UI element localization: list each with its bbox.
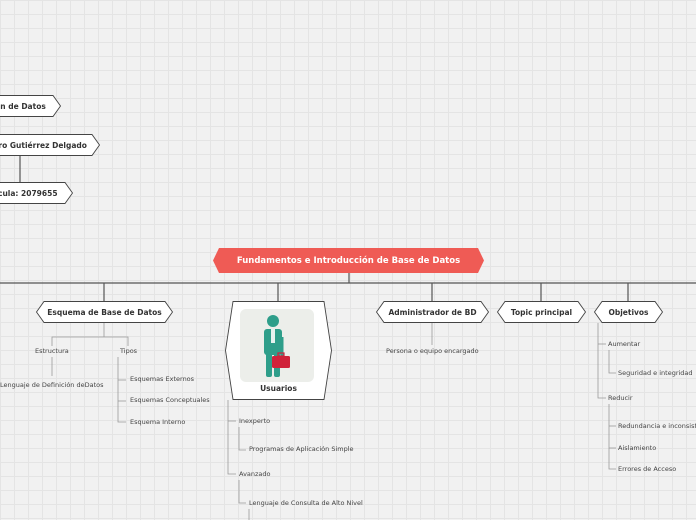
- topic-admin[interactable]: Administrador de BD: [375, 301, 490, 323]
- objetivos-redundancia[interactable]: Redundancia e inconsistencia: [618, 422, 696, 430]
- esquema-tipos[interactable]: Tipos: [120, 347, 137, 355]
- person-with-briefcase-icon: [264, 315, 290, 377]
- central-topic-label: Fundamentos e Introducción de Base de Da…: [236, 255, 461, 266]
- objetivos-aumentar[interactable]: Aumentar: [608, 340, 640, 348]
- topic-usuarios[interactable]: Usuarios: [225, 301, 332, 400]
- info-node-author[interactable]: dro Gutiérrez Delgado: [0, 134, 101, 156]
- topic-principal-label: Topic principal: [510, 307, 573, 317]
- usuarios-image: [240, 309, 314, 382]
- usuarios-programas[interactable]: Programas de Aplicación Simple: [249, 445, 354, 453]
- topic-objetivos[interactable]: Objetivos: [593, 301, 664, 323]
- central-topic[interactable]: Fundamentos e Introducción de Base de Da…: [213, 248, 484, 273]
- objetivos-reducir[interactable]: Reducir: [608, 394, 633, 402]
- topic-usuarios-label: Usuarios: [260, 384, 297, 393]
- info-node-title[interactable]: ón de Datos: [0, 95, 62, 117]
- topic-admin-label: Administrador de BD: [388, 307, 477, 317]
- topic-esquema-label: Esquema de Base de Datos: [47, 307, 162, 317]
- esquema-externos[interactable]: Esquemas Externos: [130, 375, 194, 383]
- esquema-lenguaje[interactable]: Lenguaje de Definición deDatos: [0, 381, 104, 389]
- objetivos-errores[interactable]: Errores de Acceso: [618, 465, 676, 473]
- info-node-author-label: dro Gutiérrez Delgado: [0, 140, 87, 150]
- topic-principal[interactable]: Topic principal: [496, 301, 587, 323]
- usuarios-lenguaje[interactable]: Lenguaje de Consulta de Alto Nivel: [249, 499, 363, 507]
- objetivos-aislamiento[interactable]: Aislamiento: [618, 444, 656, 452]
- admin-persona[interactable]: Persona o equipo encargado: [386, 347, 479, 355]
- esquema-conceptuales[interactable]: Esquemas Conceptuales: [130, 396, 210, 404]
- info-node-matricula-label: ícula: 2079655: [0, 188, 58, 198]
- objetivos-seguridad[interactable]: Seguridad e integridad: [618, 369, 693, 377]
- usuarios-avanzado[interactable]: Avanzado: [239, 470, 271, 478]
- esquema-estructura[interactable]: Estructura: [35, 347, 69, 355]
- info-node-title-label: ón de Datos: [0, 101, 46, 111]
- topic-esquema[interactable]: Esquema de Base de Datos: [35, 301, 174, 323]
- esquema-interno[interactable]: Esquema Interno: [130, 418, 185, 426]
- topic-objetivos-label: Objetivos: [608, 307, 649, 317]
- info-node-matricula[interactable]: ícula: 2079655: [0, 182, 74, 204]
- usuarios-inexperto[interactable]: Inexperto: [239, 417, 270, 425]
